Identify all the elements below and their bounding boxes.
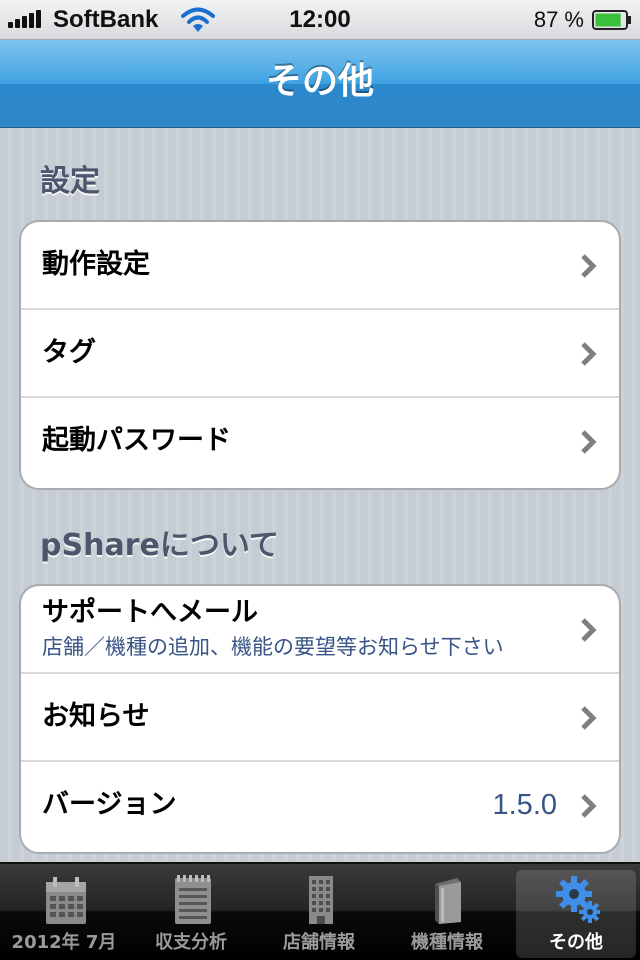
row-tags[interactable]: タグ [21, 310, 619, 398]
tab-label: 機種情報 [411, 932, 483, 953]
tab-store-info[interactable]: 店舗情報 [259, 870, 379, 958]
row-notices[interactable]: お知らせ [21, 674, 619, 762]
row-label: 動作設定 [42, 249, 150, 280]
building-icon [309, 876, 333, 924]
row-label: バージョン [42, 789, 177, 820]
settings-group: 動作設定 タグ 起動パスワード [19, 220, 621, 490]
settings-list: 設定 動作設定 タグ 起動パスワード pShareについて サポートへメール 店… [0, 128, 640, 862]
notepad-icon [175, 875, 211, 924]
chevron-right-icon [581, 254, 597, 278]
tab-bar: 2012年 7月 収支分析 店舗情報 機種情報 その他 [0, 862, 640, 960]
row-label: タグ [42, 337, 96, 368]
book-icon [435, 878, 461, 924]
tab-other[interactable]: その他 [516, 870, 636, 958]
tab-calendar[interactable]: 2012年 7月 [4, 870, 124, 958]
tab-income-analysis[interactable]: 収支分析 [131, 870, 251, 958]
battery-icon [592, 10, 631, 30]
row-version[interactable]: バージョン 1.5.0 [21, 762, 619, 850]
battery-percent: 87 % [533, 7, 584, 32]
chevron-right-icon [581, 430, 597, 454]
row-subtitle: 店舗／機種の追加、機能の要望等お知らせ下さい [42, 635, 504, 659]
section-header-settings: 設定 [40, 164, 100, 199]
chevron-right-icon [581, 342, 597, 366]
status-bar: SoftBank 12:00 87 % [0, 0, 640, 40]
row-label: 起動パスワード [42, 425, 231, 456]
tab-label: 店舗情報 [283, 932, 355, 953]
section-header-about: pShareについて [40, 528, 279, 563]
version-value: 1.5.0 [492, 789, 558, 821]
chevron-right-icon [581, 794, 597, 818]
row-startup-password[interactable]: 起動パスワード [21, 398, 619, 486]
row-operation-settings[interactable]: 動作設定 [21, 222, 619, 310]
row-label: お知らせ [42, 701, 150, 732]
chevron-right-icon [581, 618, 597, 642]
row-support-mail[interactable]: サポートへメール 店舗／機種の追加、機能の要望等お知らせ下さい [21, 586, 619, 674]
tab-machine-info[interactable]: 機種情報 [387, 870, 507, 958]
about-group: サポートへメール 店舗／機種の追加、機能の要望等お知らせ下さい お知らせ バージ… [19, 584, 621, 854]
page-title: その他 [265, 61, 374, 102]
gears-icon [556, 876, 600, 923]
tab-label: 2012年 7月 [11, 932, 117, 953]
row-label: サポートへメール [42, 597, 258, 628]
tab-label: 収支分析 [155, 932, 227, 953]
chevron-right-icon [581, 706, 597, 730]
tab-label: その他 [549, 932, 603, 953]
calendar-icon [46, 877, 86, 924]
navigation-bar: その他 [0, 40, 640, 128]
